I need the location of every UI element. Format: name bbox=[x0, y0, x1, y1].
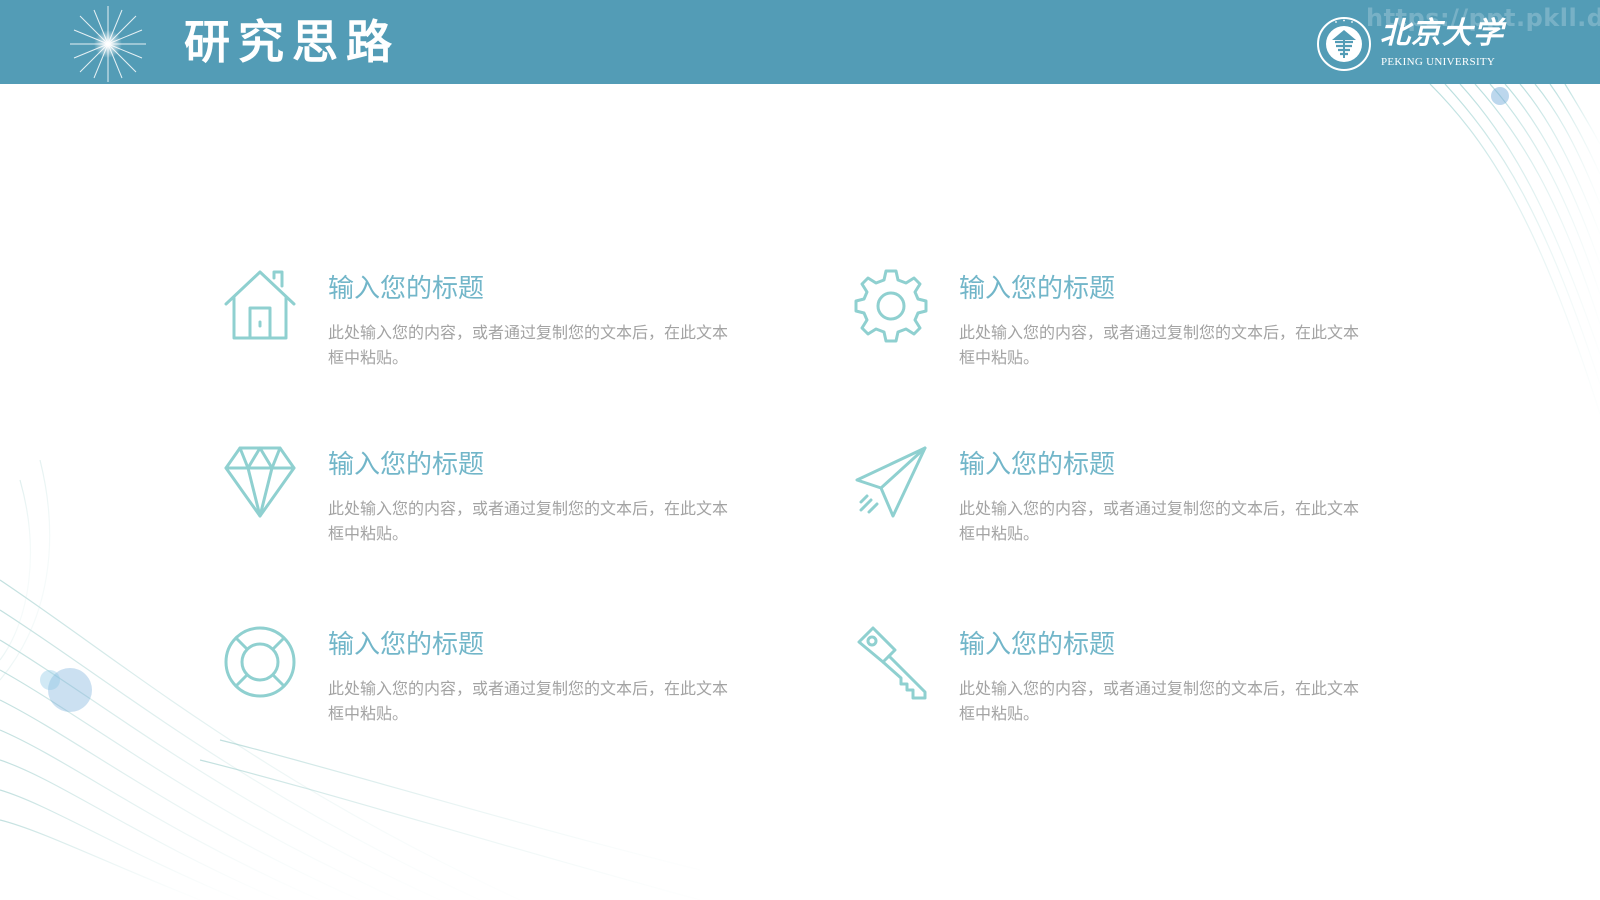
gear-icon bbox=[854, 269, 928, 343]
item-description: 此处输入您的内容，或者通过复制您的文本后，在此文本框中粘贴。 bbox=[959, 499, 1360, 543]
item-heading: 输入您的标题 bbox=[328, 274, 485, 304]
item-heading: 输入您的标题 bbox=[959, 450, 1116, 480]
item-description: 此处输入您的内容，或者通过复制您的文本后，在此文本框中粘贴。 bbox=[959, 679, 1360, 723]
feature-item-key: 输入您的标题 此处输入您的内容，或者通过复制您的文本后，在此文本框中粘贴。 bbox=[853, 624, 1453, 734]
feature-item-diamond: 输入您的标题 此处输入您的内容，或者通过复制您的文本后，在此文本框中粘贴。 bbox=[222, 444, 822, 554]
university-name-en: PEKING UNIVERSITY bbox=[1381, 56, 1496, 68]
house-icon bbox=[224, 270, 296, 340]
lifebuoy-icon bbox=[224, 626, 296, 698]
page-title: 研究思路 bbox=[184, 15, 400, 69]
key-icon bbox=[857, 626, 927, 700]
feature-item-paper-plane: 输入您的标题 此处输入您的内容，或者通过复制您的文本后，在此文本框中粘贴。 bbox=[853, 444, 1453, 554]
header-bar: 研究思路 https://ppt.pkll.de 北京大学 PEKING UNI… bbox=[0, 0, 1600, 84]
item-heading: 输入您的标题 bbox=[959, 274, 1116, 304]
item-heading: 输入您的标题 bbox=[328, 450, 485, 480]
feather-decoration-right bbox=[1429, 84, 1600, 415]
paper-plane-icon bbox=[855, 446, 927, 518]
item-description: 此处输入您的内容，或者通过复制您的文本后，在此文本框中粘贴。 bbox=[328, 323, 729, 367]
item-description: 此处输入您的内容，或者通过复制您的文本后，在此文本框中粘贴。 bbox=[328, 679, 729, 723]
item-heading: 输入您的标题 bbox=[959, 630, 1116, 660]
university-name-cn: 北京大学 bbox=[1380, 16, 1504, 51]
diamond-icon bbox=[224, 446, 296, 518]
feature-item-lifebuoy: 输入您的标题 此处输入您的内容，或者通过复制您的文本后，在此文本框中粘贴。 bbox=[222, 624, 822, 734]
item-heading: 输入您的标题 bbox=[328, 630, 485, 660]
university-emblem-icon bbox=[1317, 17, 1371, 71]
item-description: 此处输入您的内容，或者通过复制您的文本后，在此文本框中粘贴。 bbox=[328, 499, 729, 543]
feature-item-gear: 输入您的标题 此处输入您的内容，或者通过复制您的文本后，在此文本框中粘贴。 bbox=[853, 268, 1453, 378]
feature-item-house: 输入您的标题 此处输入您的内容，或者通过复制您的文本后，在此文本框中粘贴。 bbox=[222, 268, 822, 378]
starburst-decoration bbox=[70, 6, 146, 82]
university-logo: 北京大学 PEKING UNIVERSITY bbox=[1316, 16, 1526, 72]
item-description: 此处输入您的内容，或者通过复制您的文本后，在此文本框中粘贴。 bbox=[959, 323, 1360, 367]
